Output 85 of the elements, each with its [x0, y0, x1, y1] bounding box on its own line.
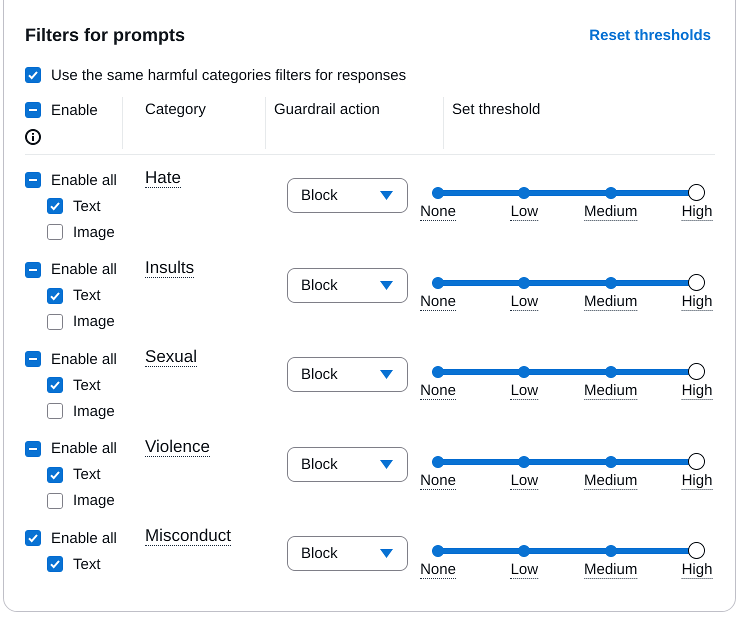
checkmark-icon [49, 290, 61, 302]
checkbox-label: Enable all [51, 172, 117, 188]
checkbox-label: Image [73, 492, 115, 510]
checkbox[interactable] [25, 530, 41, 546]
section-title: Filters for prompts [25, 25, 186, 46]
category-name: Hate [145, 168, 181, 188]
checkbox[interactable] [47, 466, 63, 483]
checkbox-label: Image [73, 402, 115, 420]
caret-icon [380, 460, 393, 469]
threshold-label: Medium [584, 561, 638, 580]
action-dropdown[interactable]: Block [287, 357, 408, 392]
info-icon[interactable] [25, 129, 41, 145]
action-dropdown[interactable]: Block [287, 536, 408, 572]
threshold-label: Medium [584, 472, 638, 490]
checkbox[interactable] [25, 351, 41, 368]
column-header: Guardrail action [274, 101, 380, 118]
checkmark-icon [49, 468, 61, 481]
checkbox-label: Enable all [51, 350, 117, 368]
checkbox[interactable] [47, 556, 63, 572]
threshold-label: High [682, 203, 712, 221]
column-header: Set threshold [452, 101, 540, 118]
threshold-label: High [682, 382, 712, 400]
checkbox-label: Use the same harmful categories filters for responses [51, 66, 406, 84]
threshold-label: High [682, 472, 712, 490]
threshold-label: None [420, 472, 456, 490]
action-dropdown[interactable]: Block [287, 178, 408, 213]
threshold-label: High [682, 561, 712, 580]
threshold-label: Medium [584, 292, 638, 311]
threshold-label: Low [510, 382, 538, 400]
checkbox-label: Enable all [51, 530, 117, 547]
threshold-label: Low [510, 561, 538, 580]
threshold-label: High [682, 292, 712, 311]
category-name: Misconduct [145, 526, 231, 546]
action-dropdown[interactable]: Block [287, 268, 408, 303]
checkmark-icon [27, 532, 39, 544]
checkbox-label: Image [73, 313, 115, 330]
checkbox[interactable] [25, 67, 41, 83]
threshold-label: None [420, 203, 456, 221]
caret-icon [380, 370, 393, 380]
checkbox[interactable] [47, 198, 63, 214]
slider-thumb[interactable] [688, 452, 705, 470]
threshold-label: None [420, 561, 456, 580]
checkbox[interactable] [47, 314, 63, 330]
checkbox[interactable] [47, 492, 63, 509]
reset-link[interactable]: Reset thresholds [589, 27, 711, 44]
threshold-label: None [420, 292, 456, 311]
checkbox-label: Enable all [51, 440, 117, 458]
checkbox-label: Text [73, 556, 101, 573]
checkmark-icon [49, 200, 61, 212]
threshold-label: Low [510, 472, 538, 490]
checkbox-label: Text [73, 287, 101, 304]
checkbox[interactable] [25, 102, 41, 118]
checkbox-label: Text [73, 466, 101, 484]
slider-thumb[interactable] [688, 184, 705, 201]
category-name: Violence [145, 436, 210, 457]
checkbox-label: Image [73, 224, 115, 240]
checkbox[interactable] [47, 403, 63, 420]
checkbox[interactable] [47, 224, 63, 240]
checkbox-label: Text [73, 198, 101, 214]
threshold-label: Low [510, 292, 538, 311]
caret-icon [380, 549, 393, 558]
checkbox-label: Enable [51, 102, 98, 118]
checkbox[interactable] [25, 440, 41, 457]
checkmark-icon [49, 558, 61, 570]
checkbox-label: Enable all [51, 261, 117, 278]
checkbox[interactable] [47, 377, 63, 394]
slider-thumb[interactable] [688, 274, 705, 291]
checkbox[interactable] [25, 172, 41, 188]
slider-thumb[interactable] [688, 542, 705, 560]
checkbox[interactable] [47, 288, 63, 304]
checkbox-label: Text [73, 376, 101, 394]
threshold-label: Medium [584, 382, 638, 400]
action-dropdown[interactable]: Block [287, 446, 408, 482]
checkmark-icon [49, 379, 61, 392]
column-header: Category [145, 101, 206, 118]
threshold-label: Medium [584, 203, 638, 221]
caret-icon [380, 191, 393, 200]
slider-thumb[interactable] [688, 363, 705, 380]
category-name: Insults [145, 258, 194, 278]
threshold-label: Low [510, 203, 538, 221]
checkbox[interactable] [25, 262, 41, 278]
threshold-label: None [420, 382, 456, 400]
checkmark-icon [27, 69, 39, 81]
category-name: Sexual [145, 347, 197, 368]
caret-icon [380, 280, 393, 290]
